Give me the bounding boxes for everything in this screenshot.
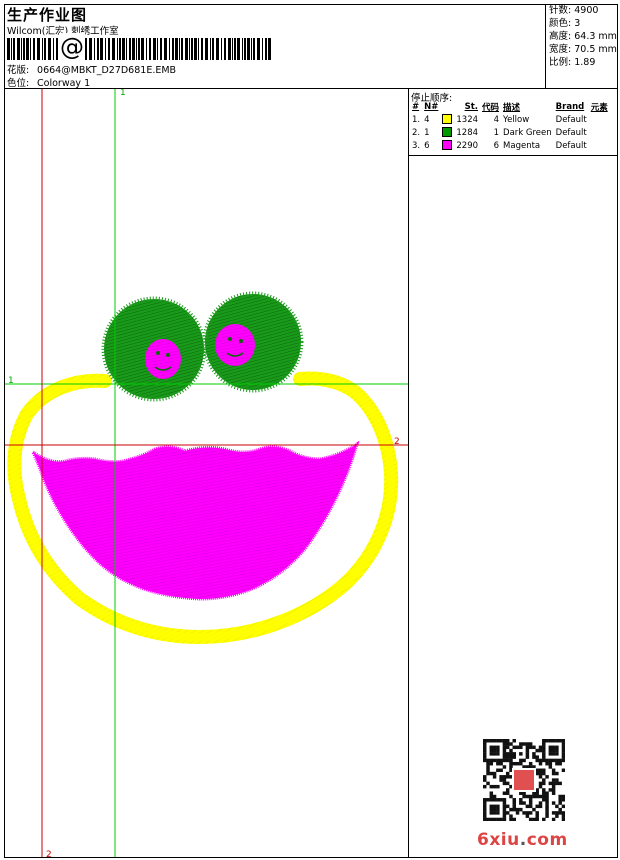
stop-sequence-panel: 停止顺序: # N# St. 代码 描述 Brand 元素 1. 4 1324 …: [408, 89, 618, 858]
embroidery-canvas: 1 1 2 2: [5, 89, 408, 857]
col-no: N#: [424, 101, 439, 112]
design-row: 花版: 0664@MBKT_D27D681E.EMB: [7, 62, 176, 76]
colorway-label: 色位:: [7, 78, 30, 89]
table-row: 2. 1 1284 1 Dark Green Default: [412, 127, 587, 138]
col-brand: Brand: [555, 101, 585, 112]
stat-colors: 颜色: 3: [549, 18, 581, 29]
qr-code: [483, 739, 565, 821]
at-symbol: @: [59, 33, 85, 61]
col-code: 代码: [482, 102, 500, 113]
design-label: 花版:: [7, 65, 30, 76]
stat-stitches: 针数: 4900: [549, 5, 599, 16]
color-swatch: [442, 127, 453, 138]
green-eyes: [101, 291, 304, 402]
table-row: 3. 6 2290 6 Magenta Default: [412, 140, 587, 151]
stop-sequence-box: 停止顺序: # N# St. 代码 描述 Brand 元素 1. 4 1324 …: [409, 89, 618, 156]
stop-sequence-table: # N# St. 代码 描述 Brand 元素 1. 4 1324 4 Yell…: [410, 100, 610, 152]
colorway-value: Colorway 1: [37, 78, 91, 89]
colorway-row: 色位: Colorway 1: [7, 75, 90, 89]
guide-red-h-label: 2: [394, 437, 400, 447]
guide-green-h-label: 1: [8, 376, 14, 386]
stat-height: 高度: 64.3 mm: [549, 31, 617, 42]
barcode: [7, 38, 271, 60]
col-element: 元素: [590, 102, 608, 113]
color-swatch: [442, 140, 453, 151]
table-row: 1. 4 1324 4 Yellow Default: [412, 114, 587, 125]
watermark-logo: 6xiu.com: [477, 830, 568, 850]
guide-red-v-label: 2: [46, 850, 52, 857]
table-header-row: # N# St. 代码 描述 Brand 元素: [410, 100, 610, 113]
guide-green-v-label: 1: [120, 89, 126, 98]
color-swatch: [442, 114, 453, 125]
col-desc: 描述: [503, 102, 521, 113]
stat-scale: 比例: 1.89: [549, 57, 596, 68]
stat-width: 宽度: 70.5 mm: [549, 44, 617, 55]
stats-panel: 针数: 4900 颜色: 3 高度: 64.3 mm 宽度: 70.5 mm 比…: [545, 4, 618, 88]
col-index: #: [412, 101, 420, 112]
page-title: 生产作业图: [7, 6, 88, 24]
magenta-mouth: [29, 440, 360, 601]
col-stitches: St.: [464, 101, 479, 112]
